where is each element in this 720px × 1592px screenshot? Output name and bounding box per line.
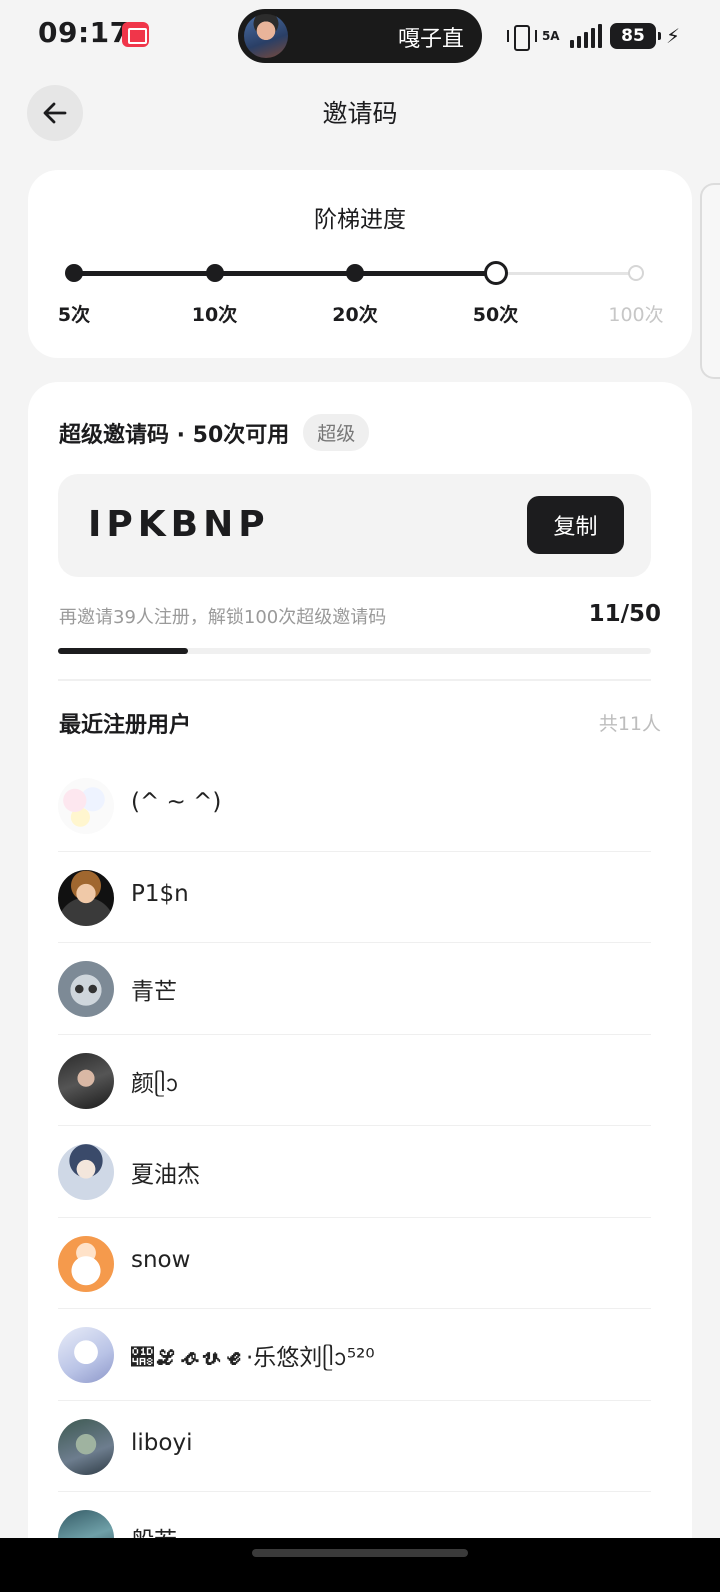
battery-icon: 85	[609, 23, 661, 49]
user-name: liboyi	[131, 1429, 193, 1456]
user-name: 夏油杰	[131, 1162, 200, 1188]
ladder-node-todo	[628, 265, 644, 281]
status-time: 09:17	[38, 16, 130, 49]
ladder-node-current	[483, 261, 508, 285]
recent-users-title: 最近注册用户	[59, 713, 192, 738]
user-row[interactable]: P1$n	[58, 852, 651, 943]
progress-count: 11/50	[588, 601, 661, 627]
copy-button[interactable]: 复制	[527, 496, 624, 554]
side-drawer-handle[interactable]	[700, 183, 720, 379]
home-indicator[interactable]	[252, 1549, 468, 1557]
notification-app-icon	[122, 22, 149, 47]
section-divider	[58, 679, 651, 681]
user-name: 青芒	[131, 979, 177, 1005]
ladder-step-label: 100次	[608, 304, 664, 326]
network-label: 5A	[541, 29, 560, 43]
user-avatar	[58, 961, 114, 1017]
ladder-progress-card: 阶梯进度 5次 10次 20次 50次 100次	[28, 170, 692, 358]
unlock-hint: 再邀请39人注册，解锁100次超级邀请码	[59, 607, 387, 628]
user-name: 颜ᥫᩣ	[131, 1070, 179, 1097]
invite-code-box: IPKBNP 复制	[58, 474, 651, 577]
system-nav-bar	[0, 1538, 720, 1592]
user-avatar	[58, 778, 114, 834]
signal-icon	[569, 24, 602, 48]
user-avatar	[58, 1052, 114, 1109]
ladder-track-fill	[74, 271, 496, 276]
ladder-step-label: 50次	[472, 304, 519, 326]
user-name: (^ ~ ^)	[131, 789, 222, 815]
status-bar: 09:17 嘎子直 5A 85 ⚡	[0, 0, 720, 72]
user-row[interactable]: 𝒨𝓛𝓸𝓿𝓮·乐悠刘ᥫᩣ⁵²⁰	[58, 1309, 651, 1401]
ladder-step-label: 10次	[191, 304, 238, 326]
invite-header: 超级邀请码 · 50次可用 超级	[59, 414, 370, 451]
invite-title: 超级邀请码 · 50次可用	[59, 422, 290, 448]
user-name: snow	[131, 1246, 191, 1273]
user-row[interactable]: 夏油杰	[58, 1126, 651, 1218]
user-row[interactable]: liboyi	[58, 1401, 651, 1492]
user-name: P1$n	[131, 880, 189, 907]
invite-card: 超级邀请码 · 50次可用 超级 IPKBNP 复制 再邀请39人注册，解锁10…	[28, 382, 692, 1592]
recent-users-count: 共11人	[598, 713, 661, 735]
super-badge: 超级	[303, 414, 370, 451]
page-title: 邀请码	[322, 99, 398, 128]
user-row[interactable]: 青芒	[58, 943, 651, 1035]
user-avatar	[58, 1418, 114, 1475]
ladder-title: 阶梯进度	[314, 207, 406, 233]
invite-code[interactable]: IPKBNP	[88, 504, 270, 545]
user-avatar	[58, 869, 114, 926]
invite-progress-bar	[58, 648, 651, 654]
user-row[interactable]: snow	[58, 1218, 651, 1309]
vibrate-icon	[506, 23, 537, 51]
invite-progress-fill	[58, 648, 189, 654]
live-avatar-icon	[244, 14, 288, 58]
recent-users-list: (^ ~ ^) P1$n 青芒颜ᥫᩣ 夏油杰 snow 𝒨𝓛𝓸𝓿𝓮·乐悠刘ᥫᩣ⁵²⁰ lib…	[58, 760, 651, 1584]
ladder-node-done	[205, 264, 224, 282]
ladder-node-done	[346, 264, 364, 282]
user-avatar	[58, 1327, 114, 1383]
charging-icon: ⚡	[665, 24, 680, 48]
ladder-node-done	[65, 264, 83, 282]
ladder-step-label: 5次	[57, 304, 91, 326]
dynamic-island[interactable]: 嘎子直	[238, 9, 482, 63]
ladder-step-label: 20次	[332, 304, 378, 326]
user-row[interactable]: (^ ~ ^)	[58, 760, 651, 852]
user-name: 𝒨𝓛𝓸𝓿𝓮·乐悠刘ᥫᩣ⁵²⁰	[131, 1345, 375, 1371]
user-avatar	[58, 1235, 114, 1292]
user-row[interactable]: 颜ᥫᩣ	[58, 1035, 651, 1126]
user-avatar	[58, 1144, 114, 1200]
island-text: 嘎子直	[397, 27, 464, 52]
status-indicators: 5A 85 ⚡	[506, 18, 680, 54]
